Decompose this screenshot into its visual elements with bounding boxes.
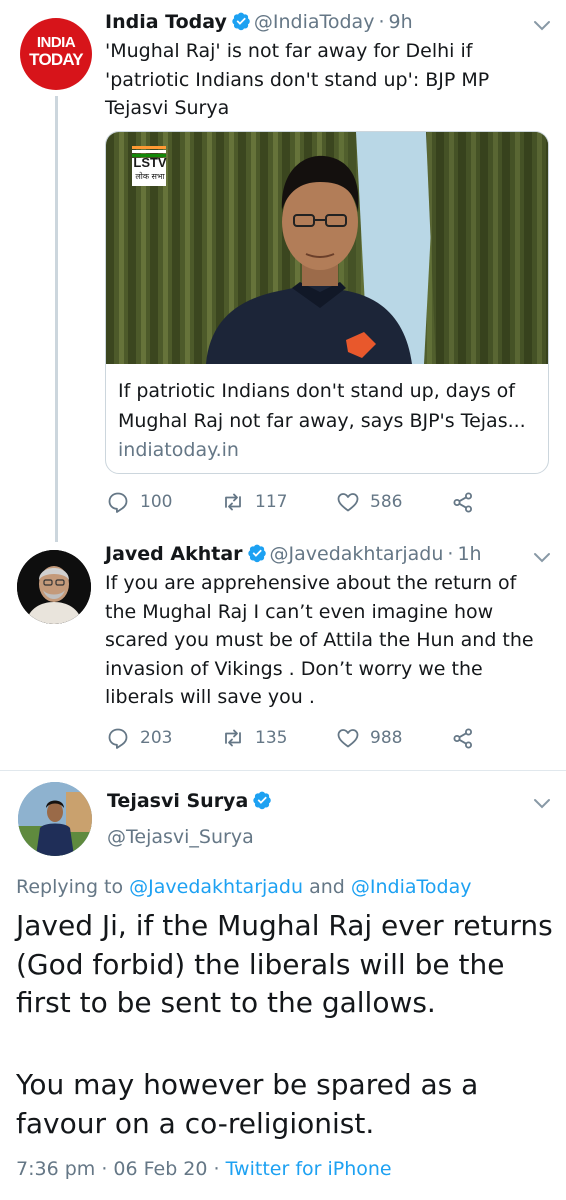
card-title: If patriotic Indians don't stand up, day… bbox=[118, 380, 526, 432]
timestamp[interactable]: 9h bbox=[388, 11, 412, 33]
retweet-icon bbox=[225, 729, 241, 747]
reply-mention-1[interactable]: @Javedakhtarjadu bbox=[129, 876, 303, 898]
tweet-india-today[interactable]: INDIA TODAY India Today @IndiaToday · 9h 'M… bbox=[0, 0, 566, 530]
retweet-button[interactable]: 117 bbox=[221, 490, 287, 514]
reply-button[interactable]: 203 bbox=[106, 726, 172, 750]
tweet-javed-akhtar[interactable]: Javed Akhtar @Javedakhtarjadu · 1h If you a… bbox=[0, 530, 566, 770]
avatar-tejasvi-surya[interactable] bbox=[18, 782, 92, 856]
like-icon bbox=[337, 729, 359, 748]
tweet-meta: 7:36 pm · 06 Feb 20 · Twitter for iPhone bbox=[16, 1156, 392, 1182]
link-card[interactable]: LSTV लोक सभा If patriotic Indians don't … bbox=[105, 131, 549, 474]
retweet-button[interactable]: 135 bbox=[221, 726, 287, 750]
reply-icon bbox=[108, 728, 128, 749]
replying-to-line: Replying to @Javedakhtarjadu and @IndiaT… bbox=[16, 874, 471, 900]
like-count: 988 bbox=[370, 728, 403, 748]
separator-dot: · bbox=[378, 11, 385, 33]
retweet-count: 117 bbox=[255, 492, 288, 512]
tweet-text: 'Mughal Raj' is not far away for Delhi i… bbox=[105, 40, 490, 119]
chevron-down-icon[interactable] bbox=[533, 552, 551, 564]
reply-count: 100 bbox=[140, 492, 173, 512]
reply-count: 203 bbox=[140, 728, 173, 748]
retweet-count: 135 bbox=[255, 728, 288, 748]
display-name[interactable]: Javed Akhtar bbox=[105, 543, 243, 565]
avatar-logo-line1: INDIA bbox=[36, 34, 76, 51]
like-button[interactable]: 586 bbox=[336, 490, 402, 514]
share-button[interactable] bbox=[451, 726, 485, 750]
separator-dot: · bbox=[447, 543, 454, 565]
reply-icon bbox=[108, 492, 128, 513]
handle[interactable]: @Javedakhtarjadu bbox=[270, 543, 444, 565]
tweet-text: If you are apprehensive about the return… bbox=[105, 572, 534, 708]
handle[interactable]: @Tejasvi_Surya bbox=[107, 825, 254, 849]
avatar-india-today[interactable]: INDIA TODAY bbox=[20, 18, 92, 90]
replying-to-label: Replying to bbox=[16, 876, 124, 898]
card-photo bbox=[106, 132, 548, 364]
share-icon bbox=[453, 492, 472, 513]
verified-badge-icon bbox=[253, 791, 272, 810]
verified-badge-icon bbox=[232, 12, 250, 31]
like-count: 586 bbox=[370, 492, 403, 512]
lstv-logo-text: LSTV bbox=[133, 155, 167, 170]
thread-connector-top bbox=[55, 530, 58, 542]
like-button[interactable]: 988 bbox=[336, 726, 402, 750]
verified-badge-icon bbox=[247, 544, 266, 563]
replying-and: and bbox=[309, 876, 345, 898]
share-button[interactable] bbox=[451, 490, 485, 514]
like-icon bbox=[337, 493, 359, 512]
display-name[interactable]: India Today bbox=[105, 11, 227, 33]
avatar-logo-line2: TODAY bbox=[29, 50, 83, 69]
chevron-down-icon[interactable] bbox=[533, 798, 551, 810]
reply-button[interactable]: 100 bbox=[106, 490, 172, 514]
card-image: LSTV लोक सभा bbox=[106, 132, 548, 364]
display-name[interactable]: Tejasvi Surya bbox=[107, 790, 248, 812]
avatar-photo bbox=[18, 782, 92, 856]
tweet-header: Tejasvi Surya bbox=[107, 789, 275, 813]
tweet-text-paragraph-2: You may however be spared as a favour on… bbox=[16, 1068, 479, 1140]
tweet-timestamp[interactable]: 7:36 pm · 06 Feb 20 · bbox=[16, 1158, 220, 1180]
lstv-logo-subtext: लोक सभा bbox=[135, 172, 165, 181]
avatar-javed-akhtar[interactable] bbox=[17, 550, 91, 624]
avatar-photo bbox=[17, 550, 91, 624]
tweet-source[interactable]: Twitter for iPhone bbox=[226, 1158, 392, 1180]
handle[interactable]: @IndiaToday bbox=[254, 11, 375, 33]
tweet-text-paragraph-1: Javed Ji, if the Mughal Raj ever returns… bbox=[16, 909, 553, 1019]
tweet-header: India Today @IndiaToday · 9h bbox=[105, 10, 413, 34]
share-icon bbox=[453, 728, 472, 749]
reply-mention-2[interactable]: @IndiaToday bbox=[351, 876, 472, 898]
timestamp[interactable]: 1h bbox=[457, 543, 481, 565]
card-domain: indiatoday.in bbox=[118, 439, 239, 461]
thread-connector bbox=[55, 96, 58, 530]
retweet-icon bbox=[225, 493, 241, 511]
chevron-down-icon[interactable] bbox=[533, 20, 551, 32]
tweet-header: Javed Akhtar @Javedakhtarjadu · 1h bbox=[105, 542, 482, 566]
